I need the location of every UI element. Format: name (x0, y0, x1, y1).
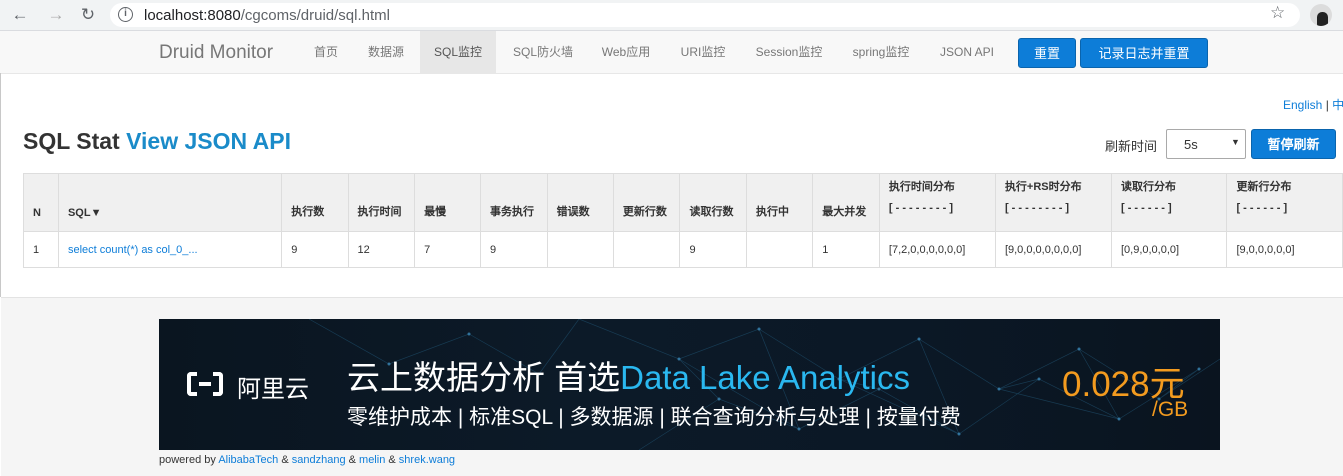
header-max-concurrent[interactable]: 最大并发 (812, 174, 880, 232)
cell-max-concurrent: 1 (812, 231, 880, 267)
nav-item-uri-monitor[interactable]: URI监控 (672, 31, 734, 73)
header-exec-rs-dist[interactable]: 执行+RS时分布 [ - - - - - - - - ] (995, 174, 1112, 232)
cell-txn-exec: 9 (480, 231, 548, 267)
header-update-row-dist-title: 更新行分布 (1236, 180, 1292, 193)
address-bar[interactable]: i localhost:8080/cgcoms/druid/sql.html (110, 3, 1300, 27)
header-update-row-dist[interactable]: 更新行分布 [ - - - - - - ] (1226, 174, 1343, 232)
nav-item-sql-firewall[interactable]: SQL防火墙 (505, 31, 581, 73)
pause-refresh-button[interactable]: 暂停刷新 (1251, 129, 1336, 159)
powered-link-shrek-wang[interactable]: shrek.wang (399, 454, 455, 466)
url-host: localhost:8080 (144, 7, 241, 24)
header-update-row-dist-range: [ - - - - - - ] (1236, 201, 1288, 214)
nav-item-session-monitor[interactable]: Session监控 (749, 31, 829, 73)
powered-sep: & (388, 454, 396, 466)
dropdown-arrow-icon: ▼ (1231, 137, 1240, 147)
refresh-interval-label: 刷新时间 (1105, 139, 1158, 154)
header-exec-time-dist-range: [ - - - - - - - - ] (888, 201, 954, 214)
footer: 阿里云 云上数据分析 首选Data Lake Analytics 零维护成本 |… (1, 297, 1343, 476)
cell-read-row-dist: [0,9,0,0,0,0] (1111, 231, 1228, 267)
cell-running (746, 231, 814, 267)
alibaba-cloud-logo-icon (187, 372, 223, 396)
header-exec-time-dist-title: 执行时间分布 (888, 180, 955, 193)
log-and-reset-button[interactable]: 记录日志并重置 (1080, 38, 1208, 68)
url-path: /cgcoms/druid/sql.html (240, 7, 390, 24)
cell-exec-count: 9 (281, 231, 349, 267)
header-read-rows[interactable]: 读取行数 (679, 174, 748, 232)
powered-link-melin[interactable]: melin (359, 454, 385, 466)
table-header-row: N SQL▼ 执行数 执行时间 最慢 事务执行 错误数 更新行数 读取行数 执行… (24, 174, 1343, 232)
cell-exec-time-dist: [7,2,0,0,0,0,0,0] (879, 231, 996, 267)
back-arrow-icon[interactable]: ← (8, 3, 32, 27)
header-n: N (24, 174, 59, 232)
banner-headline: 云上数据分析 首选Data Lake Analytics (347, 351, 910, 399)
header-exec-time-dist[interactable]: 执行时间分布 [ - - - - - - - - ] (879, 174, 996, 232)
header-exec-time[interactable]: 执行时间 (348, 174, 416, 232)
forward-arrow-icon[interactable]: → (44, 3, 68, 27)
header-sql[interactable]: SQL▼ (58, 174, 283, 232)
nav-item-sql-monitor[interactable]: SQL监控 (420, 31, 496, 73)
nav-item-datasource[interactable]: 数据源 (360, 31, 412, 73)
bookmark-star-icon[interactable]: ☆ (1270, 3, 1285, 23)
profile-avatar-icon[interactable] (1310, 4, 1332, 26)
header-exec-count[interactable]: 执行数 (281, 174, 349, 232)
view-json-api-link[interactable]: View JSON API (126, 128, 291, 154)
cell-read-rows: 9 (679, 231, 748, 267)
nav-item-web-app[interactable]: Web应用 (594, 31, 658, 73)
banner-headline-cn: 云上数据分析 首选 (347, 359, 621, 396)
cell-slowest: 7 (414, 231, 482, 267)
reset-button[interactable]: 重置 (1018, 38, 1076, 68)
lang-english-link[interactable]: English (1283, 98, 1322, 112)
header-read-row-dist-title: 读取行分布 (1120, 180, 1176, 193)
page-title-text: SQL Stat (23, 128, 120, 154)
powered-link-alibabatech[interactable]: AlibabaTech (218, 454, 278, 466)
cell-exec-time: 12 (348, 231, 416, 267)
cell-update-rows (613, 231, 681, 267)
banner-subline: 零维护成本 | 标准SQL | 多数据源 | 联合查询分析与处理 | 按量付费 (347, 406, 961, 429)
header-running[interactable]: 执行中 (746, 174, 814, 232)
info-icon[interactable]: i (118, 7, 133, 22)
logo-text: 阿里云 (237, 376, 309, 403)
powered-sep: & (348, 454, 356, 466)
powered-prefix: powered by (159, 454, 216, 466)
lang-separator: | (1325, 98, 1329, 112)
cell-update-row-dist: [9,0,0,0,0,0] (1226, 231, 1343, 267)
powered-link-sandzhang[interactable]: sandzhang (292, 454, 346, 466)
cell-sql-link[interactable]: select count(*) as col_0_... (58, 231, 283, 267)
druid-navbar: Druid Monitor 首页 数据源 SQL监控 SQL防火墙 Web应用 … (0, 31, 1343, 74)
header-read-row-dist[interactable]: 读取行分布 [ - - - - - - ] (1111, 174, 1228, 232)
cell-exec-rs-dist: [9,0,0,0,0,0,0,0] (995, 231, 1112, 267)
ad-banner[interactable]: 阿里云 云上数据分析 首选Data Lake Analytics 零维护成本 |… (159, 319, 1220, 450)
content-left-edge (0, 73, 1, 297)
language-switch: English | 中 (1283, 96, 1343, 113)
cell-n: 1 (24, 231, 59, 267)
header-slowest[interactable]: 最慢 (414, 174, 482, 232)
header-exec-rs-dist-title: 执行+RS时分布 (1004, 180, 1082, 193)
header-exec-rs-dist-range: [ - - - - - - - - ] (1004, 201, 1070, 214)
url-text[interactable]: localhost:8080/cgcoms/druid/sql.html (144, 7, 390, 24)
nav-item-json-api[interactable]: JSON API (932, 31, 1002, 73)
brand-title[interactable]: Druid Monitor (159, 42, 273, 64)
cell-error-count (547, 231, 614, 267)
sql-stat-table: N SQL▼ 执行数 执行时间 最慢 事务执行 错误数 更新行数 读取行数 执行… (23, 173, 1343, 268)
header-txn-exec[interactable]: 事务执行 (480, 174, 548, 232)
browser-toolbar: ← → ↻ i localhost:8080/cgcoms/druid/sql.… (0, 0, 1343, 31)
powered-by-line: powered by AlibabaTech & sandzhang & mel… (159, 454, 455, 466)
banner-headline-product: Data Lake Analytics (620, 359, 911, 396)
header-error-count[interactable]: 错误数 (547, 174, 614, 232)
reload-icon[interactable]: ↻ (76, 3, 100, 27)
header-update-rows[interactable]: 更新行数 (613, 174, 681, 232)
header-read-row-dist-range: [ - - - - - - ] (1120, 201, 1172, 214)
lang-chinese-link[interactable]: 中 (1332, 98, 1343, 112)
nav-item-spring-monitor[interactable]: spring监控 (845, 31, 917, 73)
banner-price-unit: /GB (1152, 398, 1189, 421)
powered-sep: & (281, 454, 289, 466)
refresh-interval-value: 5s (1184, 137, 1198, 152)
refresh-interval-select[interactable]: 5s ▼ (1166, 129, 1246, 159)
nav-item-home[interactable]: 首页 (304, 31, 348, 73)
page-title: SQL Stat View JSON API (23, 128, 291, 155)
table-row: 1 select count(*) as col_0_... 9 12 7 9 … (24, 231, 1343, 267)
